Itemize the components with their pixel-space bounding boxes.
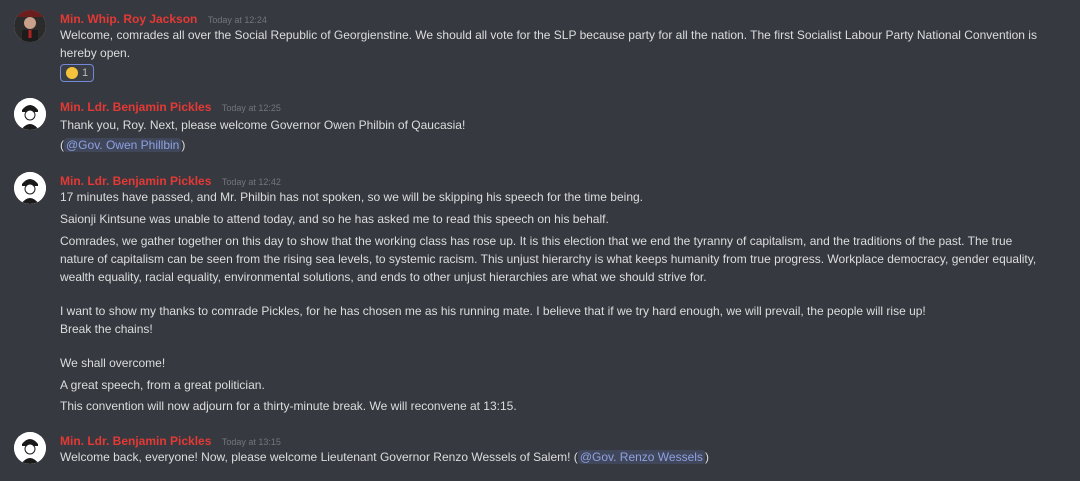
message-header: Min. Ldr. Benjamin Pickles Today at 12:4… [60, 172, 281, 188]
message-text: We shall overcome! [60, 356, 166, 370]
message-text: (@Gov. Owen Phillbin) [60, 136, 1060, 154]
avatar[interactable] [14, 172, 46, 204]
message-text: Break the chains! [60, 322, 153, 336]
message-text: hereby open. [60, 46, 131, 60]
message-text: Saionji Kintsune was unable to attend to… [60, 212, 609, 226]
message-text-before: Welcome back, everyone! Now, please welc… [60, 450, 578, 464]
clapping-hands-icon [66, 67, 78, 79]
message-header: Min. Ldr. Benjamin Pickles Today at 13:1… [60, 432, 281, 448]
message-text: wealth equality, racial equality, enviro… [60, 270, 707, 284]
message-text: nature of capitalism can be seen from th… [60, 252, 1037, 266]
timestamp: Today at 12:42 [221, 177, 281, 187]
reaction-button[interactable]: 1 [60, 64, 95, 82]
message-text: 17 minutes have passed, and Mr. Philbin … [60, 190, 644, 204]
author-name[interactable]: Min. Ldr. Benjamin Pickles [60, 434, 211, 448]
timestamp: Today at 13:15 [221, 437, 281, 447]
message-text: Welcome back, everyone! Now, please welc… [60, 448, 1060, 466]
message-text: This convention will now adjourn for a t… [60, 399, 517, 413]
chat-log: Min. Whip. Roy Jackson Today at 12:24 We… [0, 0, 1080, 481]
paren-close: ) [181, 138, 186, 152]
avatar[interactable] [14, 98, 46, 130]
author-name[interactable]: Min. Ldr. Benjamin Pickles [60, 100, 211, 114]
timestamp: Today at 12:24 [207, 15, 267, 25]
message-text: Welcome, comrades all over the Social Re… [60, 28, 1037, 42]
user-mention[interactable]: @Gov. Owen Phillbin [64, 138, 182, 152]
message-text: Thank you, Roy. Next, please welcome Gov… [60, 118, 466, 132]
message-text: A great speech, from a great politician. [60, 378, 265, 392]
message-text: I want to show my thanks to comrade Pick… [60, 304, 926, 318]
reaction-count: 1 [82, 67, 89, 79]
message-header: Min. Ldr. Benjamin Pickles Today at 12:2… [60, 98, 281, 114]
avatar[interactable] [14, 432, 46, 464]
message-header: Min. Whip. Roy Jackson Today at 12:24 [60, 10, 267, 26]
user-mention[interactable]: @Gov. Renzo Wessels [577, 450, 705, 464]
avatar[interactable] [14, 10, 46, 42]
author-name[interactable]: Min. Ldr. Benjamin Pickles [60, 174, 211, 188]
message-text: Comrades, we gather together on this day… [60, 234, 1013, 248]
author-name[interactable]: Min. Whip. Roy Jackson [60, 12, 197, 26]
message-text-after: ) [704, 450, 709, 464]
timestamp: Today at 12:25 [221, 103, 281, 113]
